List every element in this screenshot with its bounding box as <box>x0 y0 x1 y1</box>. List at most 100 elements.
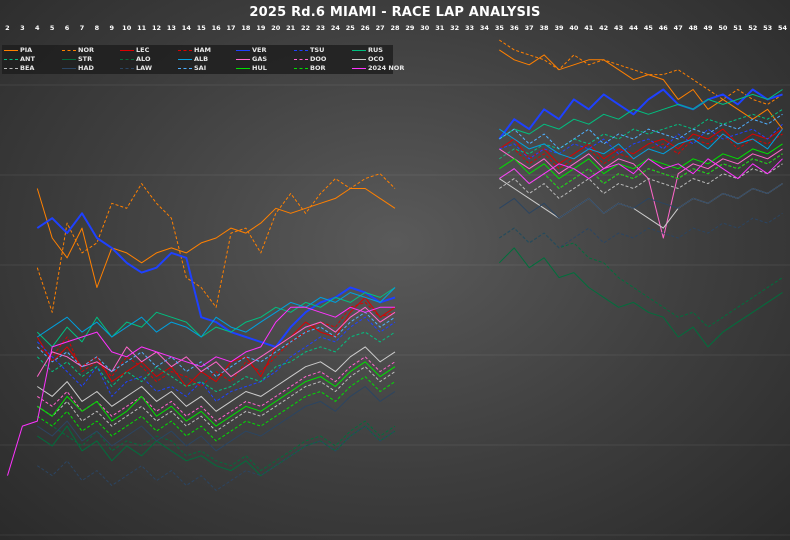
lap-tick-label: 43 <box>614 24 623 32</box>
legend-item: ALO <box>120 55 180 64</box>
lap-tick-label: 49 <box>703 24 713 32</box>
legend-swatch <box>294 50 308 51</box>
legend-item: HUL <box>236 64 296 73</box>
legend-label: HAM <box>194 46 211 54</box>
legend-label: PIA <box>20 46 33 54</box>
lap-tick-label: 4 <box>35 24 40 32</box>
lap-tick-label: 53 <box>763 24 772 32</box>
legend-swatch <box>120 50 134 51</box>
lap-tick-label: 11 <box>137 24 147 32</box>
legend-swatch <box>120 59 134 60</box>
legend-swatch <box>62 50 76 51</box>
lap-tick-label: 32 <box>450 24 459 32</box>
legend-swatch <box>120 68 134 69</box>
lap-tick-label: 33 <box>465 24 474 32</box>
legend-item: HAM <box>178 46 238 55</box>
legend-swatch <box>62 68 76 69</box>
lap-tick-label: 36 <box>510 24 520 32</box>
lap-tick-label: 45 <box>644 24 654 32</box>
series-line-had <box>37 183 783 452</box>
legend-swatch <box>4 50 18 51</box>
lap-axis-labels: 2 3 4 5 6 7 8 9 10 11 12 13 14 15 16 17 18 19 20 21 22 23 24 25… <box>5 24 787 32</box>
lap-tick-label: 30 <box>420 24 430 32</box>
legend-item: SAI <box>178 64 238 73</box>
lap-tick-label: 13 <box>167 24 176 32</box>
lap-chart: 2 3 4 5 6 7 8 9 10 11 12 13 14 15 16 17 18 19 20 21 22 23 24 25… <box>0 24 790 536</box>
legend-item: DOO <box>294 55 354 64</box>
lap-tick-label: 34 <box>480 24 490 32</box>
legend-label: ALB <box>194 55 209 63</box>
legend-label: BOR <box>310 64 326 72</box>
legend-swatch <box>294 68 308 69</box>
lap-tick-label: 29 <box>405 24 415 32</box>
series-line-nor <box>36 39 783 313</box>
legend-swatch <box>178 59 192 60</box>
lap-tick-label: 12 <box>152 24 161 32</box>
lap-tick-label: 7 <box>80 24 85 32</box>
legend-item: ANT <box>4 55 64 64</box>
legend-item: BEA <box>4 64 64 73</box>
lap-tick-label: 8 <box>95 24 100 32</box>
lap-tick-label: 15 <box>197 24 207 32</box>
legend-swatch <box>178 50 192 51</box>
legend-item: VER <box>236 46 296 55</box>
lap-tick-label: 46 <box>659 24 669 32</box>
lap-tick-label: 22 <box>301 24 310 32</box>
legend-label: STR <box>78 55 93 63</box>
series-line-ham <box>37 133 783 387</box>
legend-item: BOR <box>294 64 354 73</box>
lap-tick-label: 41 <box>584 24 594 32</box>
legend-swatch <box>352 68 366 69</box>
series-line-hul <box>37 143 783 427</box>
legend-label: BEA <box>20 64 35 72</box>
lap-tick-label: 37 <box>525 24 534 32</box>
legend-label: GAS <box>252 55 268 63</box>
legend-item: PIA <box>4 46 64 55</box>
legend-item: LAW <box>120 64 180 73</box>
lap-tick-label: 35 <box>495 24 505 32</box>
lap-tick-label: 52 <box>748 24 757 32</box>
legend-item: TSU <box>294 46 354 55</box>
lap-tick-label: 51 <box>733 24 743 32</box>
lap-tick-label: 40 <box>569 24 579 32</box>
lap-tick-label: 47 <box>674 24 683 32</box>
legend-label: ALO <box>136 55 151 63</box>
legend-item: OCO <box>352 55 412 64</box>
lap-tick-label: 31 <box>435 24 445 32</box>
lap-tick-label: 6 <box>65 24 70 32</box>
lap-tick-label: 42 <box>599 24 608 32</box>
legend-swatch <box>236 59 250 60</box>
legend-label: HUL <box>252 64 267 72</box>
legend-swatch <box>294 59 308 60</box>
lap-tick-label: 54 <box>778 24 788 32</box>
legend-item: RUS <box>352 46 412 55</box>
legend-label: NOR <box>78 46 94 54</box>
legend-item: ALB <box>178 55 238 64</box>
lap-tick-label: 38 <box>540 24 550 32</box>
legend-item: GAS <box>236 55 296 64</box>
legend-label: HAD <box>78 64 94 72</box>
lap-tick-label: 14 <box>182 24 192 32</box>
lap-tick-label: 26 <box>361 24 371 32</box>
legend-label: OCO <box>368 55 384 63</box>
legend-label: RUS <box>368 46 383 54</box>
legend-label: TSU <box>310 46 325 54</box>
legend-swatch <box>236 68 250 69</box>
lap-tick-label: 16 <box>212 24 222 32</box>
lap-tick-label: 2 <box>5 24 10 32</box>
series-line-sai <box>36 113 783 378</box>
legend-item: LEC <box>120 46 180 55</box>
legend-swatch <box>4 59 18 60</box>
lap-tick-label: 39 <box>554 24 564 32</box>
legend-item: 2024 NOR <box>352 64 412 73</box>
legend-item: STR <box>62 55 122 64</box>
lap-tick-label: 48 <box>689 24 699 32</box>
legend: PIA NOR LEC HAM VER TSU RUS ANT STR ALO ALB GAS DOO O… <box>2 45 404 74</box>
legend-label: 2024 NOR <box>368 64 405 72</box>
lap-tick-label: 19 <box>256 24 266 32</box>
lap-tick-label: 17 <box>227 24 236 32</box>
series-line-oco <box>37 178 783 412</box>
lap-tick-label: 23 <box>316 24 325 32</box>
legend-swatch <box>352 59 366 60</box>
lap-tick-label: 18 <box>241 24 251 32</box>
